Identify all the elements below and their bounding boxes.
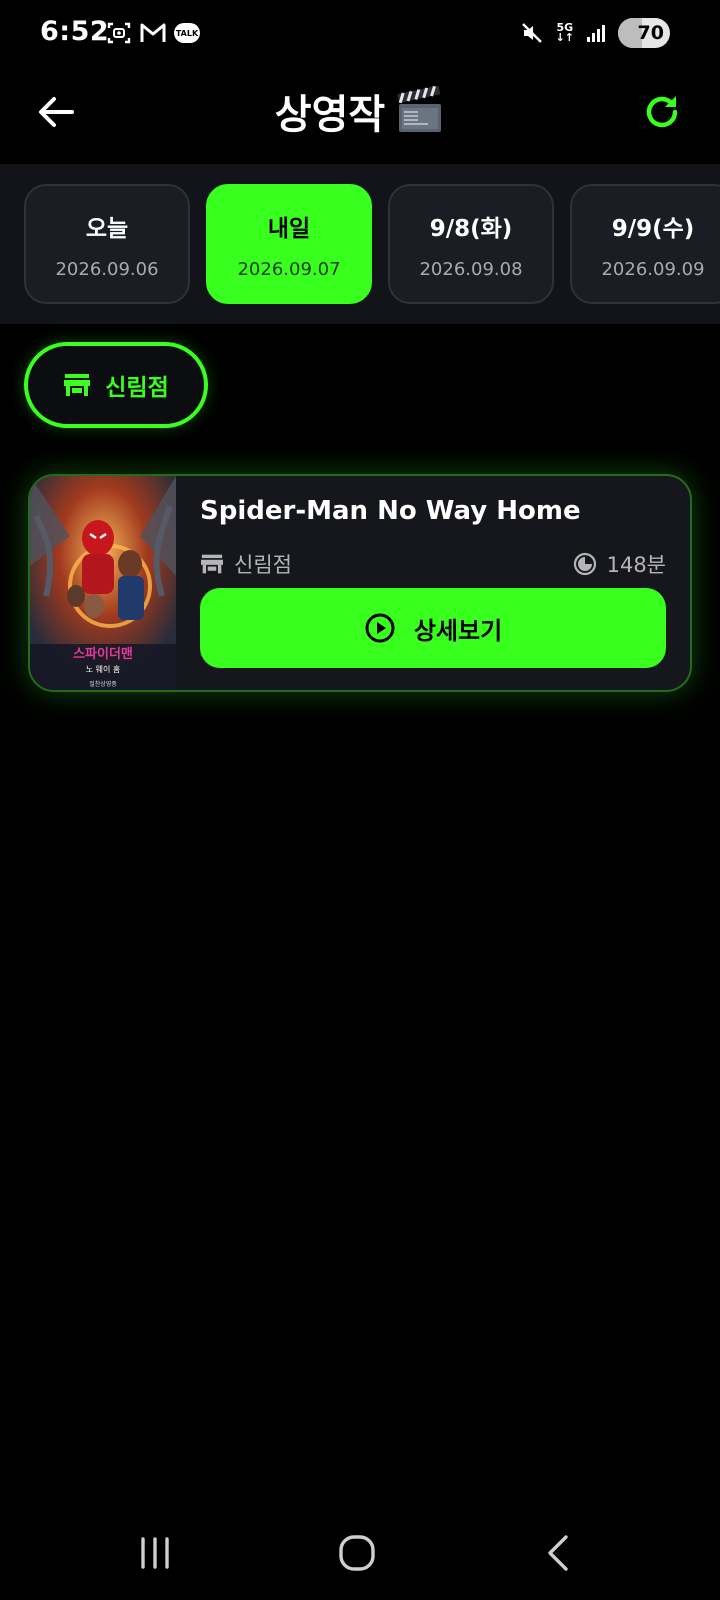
date-card-0908[interactable]: 9/8(화) 2026.09.08 xyxy=(388,184,554,304)
refresh-button[interactable] xyxy=(634,84,690,140)
home-button[interactable] xyxy=(327,1528,387,1578)
detail-button[interactable]: 상세보기 xyxy=(200,588,666,668)
status-system-icons: 5G ↓↑ 70 xyxy=(520,18,670,48)
system-nav-bar xyxy=(0,1500,720,1600)
recent-apps-button[interactable] xyxy=(125,1528,185,1578)
store-icon xyxy=(201,554,223,574)
date-row: 오늘 2026.09.06 내일 2026.09.07 9/8(화) 2026.… xyxy=(24,184,720,304)
poster-title: 스파이더맨 xyxy=(73,646,133,662)
kakaotalk-icon: TALK xyxy=(174,23,200,43)
page-title: 상영작 xyxy=(274,92,386,138)
date-label: 내일 xyxy=(267,215,311,242)
status-time: 6:52 xyxy=(40,16,110,47)
network-5g-icon: 5G ↓↑ xyxy=(555,21,574,44)
status-bar: 6:52 TALK 5G ↓↑ 70 xyxy=(0,0,720,68)
home-icon xyxy=(339,1535,375,1571)
branch-name: 신림점 xyxy=(105,375,169,401)
poster-footer: 절찬상영중 xyxy=(89,680,117,688)
date-value: 2026.09.07 xyxy=(237,258,341,280)
date-value: 2026.09.06 xyxy=(55,258,159,280)
detail-button-label: 상세보기 xyxy=(413,616,503,645)
recent-apps-icon xyxy=(141,1537,169,1569)
page-title-wrap: 상영작 xyxy=(0,82,720,140)
movie-poster[interactable]: 스파이더맨 노 웨이 홈 절찬상영중 xyxy=(30,476,176,690)
screenshot-icon xyxy=(107,22,131,44)
date-value: 2026.09.08 xyxy=(419,258,523,280)
store-icon xyxy=(64,374,91,396)
mute-icon xyxy=(521,23,542,43)
movie-meta: 신림점 148분 xyxy=(200,548,666,580)
poster-art: 스파이더맨 노 웨이 홈 절찬상영중 xyxy=(30,476,176,690)
movie-title: Spider-Man No Way Home xyxy=(200,496,581,526)
movie-runtime-label: 148분 xyxy=(606,553,666,577)
date-label: 9/9(수) xyxy=(611,215,695,242)
date-card-0909[interactable]: 9/9(수) 2026.09.09 xyxy=(570,184,720,304)
date-value: 2026.09.09 xyxy=(601,258,705,280)
status-notification-icons: TALK xyxy=(106,20,200,46)
date-card-today[interactable]: 오늘 2026.09.06 xyxy=(24,184,190,304)
battery-icon: 70 xyxy=(618,18,670,48)
gmail-icon xyxy=(140,23,166,42)
network-label: 5G xyxy=(556,21,574,34)
play-circle-icon xyxy=(365,613,395,643)
battery-level: 70 xyxy=(637,22,664,44)
signal-icon xyxy=(587,25,605,42)
date-selector: 오늘 2026.09.06 내일 2026.09.07 9/8(화) 2026.… xyxy=(0,164,720,324)
back-nav-button[interactable] xyxy=(528,1528,588,1578)
date-label: 9/8(화) xyxy=(429,215,513,242)
movie-info: Spider-Man No Way Home 신림점 148분 상세보기 xyxy=(200,476,666,690)
date-card-tomorrow[interactable]: 내일 2026.09.07 xyxy=(206,184,372,304)
date-label: 오늘 xyxy=(85,215,129,242)
branch-filter-button[interactable]: 신림점 xyxy=(24,342,208,428)
movie-card[interactable]: 스파이더맨 노 웨이 홈 절찬상영중 Spider-Man No Way Hom… xyxy=(28,474,692,692)
clock-icon xyxy=(573,552,596,576)
movie-runtime: 148분 xyxy=(573,549,666,579)
header: 상영작 xyxy=(0,72,720,162)
refresh-icon xyxy=(646,96,678,128)
poster-subtitle: 노 웨이 홈 xyxy=(86,664,121,674)
movie-branch: 신림점 xyxy=(200,549,292,579)
movie-branch-label: 신림점 xyxy=(234,553,292,577)
clapperboard-icon xyxy=(397,86,442,132)
chevron-left-icon xyxy=(548,1535,568,1571)
